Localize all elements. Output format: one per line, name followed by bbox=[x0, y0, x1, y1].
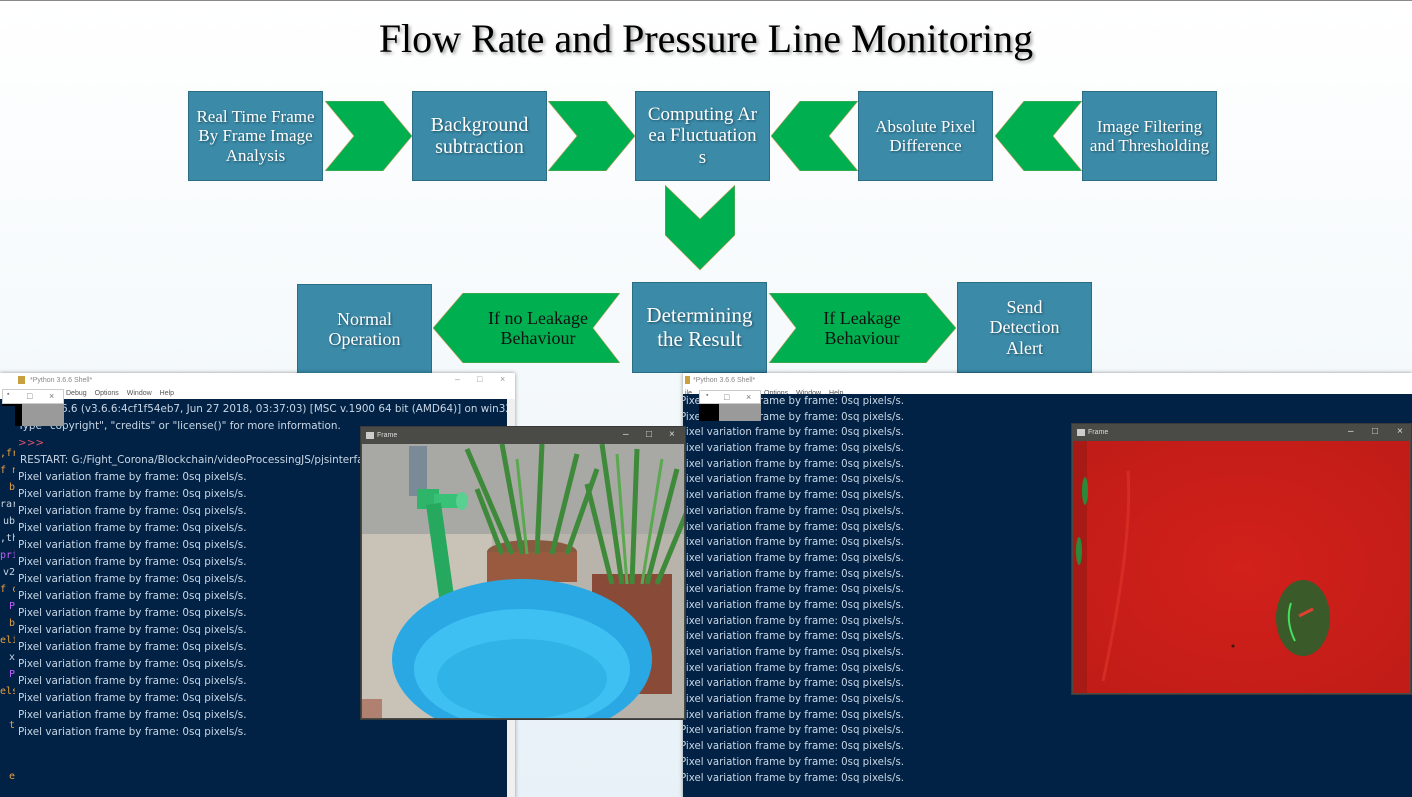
camera-feed-image bbox=[362, 444, 684, 718]
code-fragment bbox=[0, 751, 15, 768]
step-label: Normal Operation bbox=[328, 308, 401, 349]
step-computing-area: Computing Area Fluctuations bbox=[635, 91, 770, 181]
shell-titlebar[interactable]: *Python 3.6.6 Shell* – □ × bbox=[0, 373, 515, 387]
code-fragment: v2 bbox=[2, 567, 15, 578]
frame-window-camera[interactable]: Frame – □ × bbox=[360, 426, 686, 720]
shell-menubar: Debug Options Window Help bbox=[0, 387, 515, 399]
code-fragment: f c bbox=[0, 584, 15, 595]
shell-title: *Python 3.6.6 Shell* bbox=[693, 376, 756, 384]
code-fragment: t bbox=[8, 720, 15, 731]
code-fragment: e bbox=[8, 771, 15, 782]
arrow-down-icon bbox=[665, 185, 735, 270]
close-icon[interactable]: × bbox=[669, 429, 675, 440]
step-background-subtraction: Background subtraction bbox=[412, 91, 547, 181]
minimize-icon[interactable]: – bbox=[623, 429, 629, 440]
menu-window[interactable]: Window bbox=[127, 390, 152, 397]
arrow-left-icon bbox=[995, 101, 1082, 171]
output-line: Pixel variation frame by frame: 0sq pixe… bbox=[683, 709, 905, 721]
mini-window-preview bbox=[699, 404, 761, 421]
step-label: Send Detection Alert bbox=[989, 297, 1060, 358]
maximize-icon[interactable]: □ bbox=[1372, 426, 1378, 437]
arrow-left-icon bbox=[771, 101, 858, 171]
code-fragment: else bbox=[0, 686, 15, 697]
code-fragment: b bbox=[8, 618, 15, 629]
step-label: Absolute Pixel Difference bbox=[875, 116, 976, 155]
close-icon[interactable]: × bbox=[500, 374, 505, 384]
slide-title: Flow Rate and Pressure Line Monitoring bbox=[378, 16, 1034, 61]
step-label: Computing Area Fluctuations bbox=[647, 104, 758, 168]
code-fragment: b bbox=[8, 482, 15, 493]
arrow-right-icon bbox=[548, 101, 635, 171]
maximize-icon[interactable]: □ bbox=[27, 391, 32, 401]
python-icon bbox=[685, 376, 690, 384]
code-fragment: rar bbox=[0, 499, 15, 510]
no-leak-label: If no Leakage Behaviour bbox=[488, 307, 588, 348]
maximize-icon[interactable]: □ bbox=[477, 374, 482, 384]
python-icon bbox=[18, 376, 25, 384]
code-fragment: ,th bbox=[0, 533, 15, 544]
step-label: Determining the Result bbox=[646, 302, 753, 351]
step-label: Real Time Frame By Frame Image Analysis bbox=[196, 107, 315, 165]
code-fragment bbox=[0, 700, 15, 717]
step-normal-operation: Normal Operation bbox=[297, 284, 432, 374]
step-label: Image Filtering and Thresholding bbox=[1089, 116, 1210, 155]
output-line: Pixel variation frame by frame: 0sq pixe… bbox=[683, 725, 905, 737]
minimize-icon[interactable]: – bbox=[455, 374, 460, 384]
arrow-right-icon bbox=[325, 101, 412, 171]
step-frame-analysis: Real Time Frame By Frame Image Analysis bbox=[188, 91, 323, 181]
code-fragment bbox=[0, 734, 15, 751]
step-determining-result: Determining the Result bbox=[632, 282, 767, 373]
code-fragment: elif bbox=[0, 635, 15, 646]
window-icon: ▪ bbox=[706, 392, 709, 399]
leak-label: If Leakage Behaviour bbox=[823, 307, 901, 348]
code-fragment: f n bbox=[0, 465, 15, 476]
editor-code-strip: ,frf nbrarub,thprinv2f cPbelifxPelsete bbox=[0, 406, 15, 797]
mini-window-right[interactable]: ▪ □ × bbox=[699, 390, 761, 404]
maximize-icon[interactable]: □ bbox=[724, 392, 729, 402]
step-absolute-pixel-difference: Absolute Pixel Difference bbox=[858, 91, 993, 181]
banner-line: 6.6 (v3.6.6:4cf1f54eb7, Jun 27 2018, 03:… bbox=[61, 403, 507, 415]
output-line: Pixel variation frame by frame: 0sq pixe… bbox=[683, 772, 905, 784]
step-image-filtering: Image Filtering and Thresholding bbox=[1082, 91, 1217, 181]
processed-mask-image bbox=[1073, 441, 1410, 693]
menu-options[interactable]: Options bbox=[95, 390, 119, 397]
close-icon[interactable]: × bbox=[1397, 426, 1403, 437]
frame-title: Frame bbox=[1088, 429, 1109, 436]
code-fragment: P bbox=[8, 601, 15, 612]
frame-window-mask[interactable]: Frame – □ × bbox=[1071, 423, 1412, 695]
menu-debug[interactable]: Debug bbox=[66, 390, 87, 397]
close-icon[interactable]: × bbox=[746, 392, 751, 402]
step-send-alert: Send Detection Alert bbox=[957, 282, 1092, 373]
code-fragment: x bbox=[8, 652, 15, 663]
output-line: Pixel variation frame by frame: 0sq pixe… bbox=[18, 726, 247, 738]
frame-title: Frame bbox=[377, 432, 398, 439]
code-fragment: ,fr bbox=[0, 448, 15, 459]
step-label: Background subtraction bbox=[430, 113, 529, 158]
maximize-icon[interactable]: □ bbox=[646, 429, 652, 440]
menu-help[interactable]: Help bbox=[160, 390, 174, 397]
output-line: Pixel variation frame by frame: 0sq pixe… bbox=[683, 756, 905, 768]
code-fragment: P bbox=[8, 669, 15, 680]
output-line: Pixel variation frame by frame: 0sq pixe… bbox=[683, 741, 905, 753]
close-icon[interactable]: × bbox=[49, 391, 54, 401]
mini-window-left[interactable]: ▪ □ × bbox=[2, 389, 64, 404]
window-icon: ▪ bbox=[7, 391, 10, 398]
code-fragment bbox=[0, 428, 15, 445]
minimize-icon[interactable]: – bbox=[1348, 426, 1354, 437]
shell-titlebar[interactable]: *Python 3.6.6 Shell* bbox=[683, 373, 1412, 387]
code-fragment: prin bbox=[0, 550, 15, 561]
code-fragment: ub bbox=[2, 516, 15, 527]
shell-title: *Python 3.6.6 Shell* bbox=[30, 376, 93, 384]
output-line: Pixel variation frame by frame: 0sq pixe… bbox=[683, 396, 905, 407]
